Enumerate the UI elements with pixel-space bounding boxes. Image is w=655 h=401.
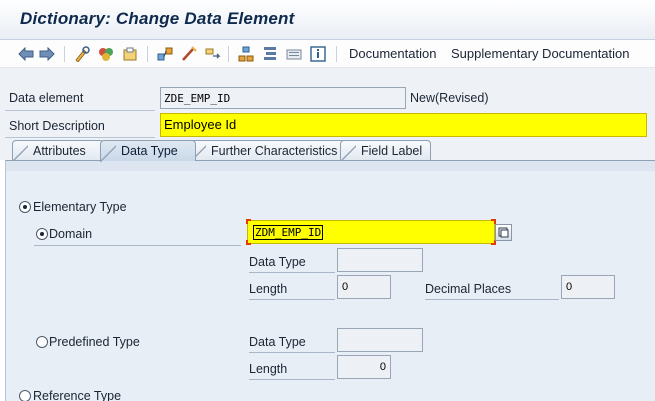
data-element-label: Data element [9, 91, 84, 105]
domain-radio[interactable] [36, 228, 48, 240]
reference-type-radio[interactable] [19, 390, 31, 401]
elementary-type-radio[interactable] [19, 201, 31, 213]
status-text: New(Revised) [410, 91, 489, 105]
value-help-icon [498, 227, 509, 238]
window-title: Dictionary: Change Data Element [20, 9, 295, 28]
indent-icon[interactable] [261, 45, 279, 63]
domain-length-label: Length [249, 282, 288, 296]
where-used-icon[interactable] [121, 45, 139, 63]
tab-label: Further Characteristics [211, 144, 338, 158]
data-type-panel-body: Elementary Type Domain ZDM_EMP_ID Data T… [6, 171, 655, 401]
row-divider [5, 137, 155, 138]
tab-fold [340, 140, 356, 162]
layout-icon[interactable] [237, 45, 255, 63]
toolbar-separator [64, 46, 65, 62]
value-help-button[interactable] [495, 224, 512, 241]
short-description-label: Short Description [9, 119, 105, 133]
toolbar-separator [336, 46, 337, 62]
row-divider [249, 352, 335, 353]
predefined-data-type-field [337, 328, 423, 352]
tab-data-type[interactable]: Data Type [100, 140, 196, 162]
data-type-tab-panel: Elementary Type Domain ZDM_EMP_ID Data T… [5, 160, 655, 401]
tab-further-characteristics[interactable]: Further Characteristics [190, 140, 346, 162]
domain-label: Domain [49, 227, 93, 241]
domain-input-value: ZDM_EMP_ID [253, 225, 324, 240]
row-divider [425, 299, 559, 300]
display-change-icon[interactable] [73, 45, 91, 63]
tab-strip: Attributes Data Type Further Characteris… [0, 140, 655, 162]
required-corner-marker [246, 219, 251, 224]
row-divider [249, 272, 335, 273]
tab-field-label[interactable]: Field Label [340, 140, 431, 162]
tab-label: Attributes [33, 144, 86, 158]
object-list-icon[interactable] [156, 45, 174, 63]
tab-label: Field Label [361, 144, 423, 158]
tab-label: Data Type [121, 144, 178, 158]
data-element-field: ZDE_EMP_ID [160, 87, 406, 109]
info-icon[interactable] [309, 45, 327, 63]
required-corner-marker [246, 240, 251, 245]
title-bar: Dictionary: Change Data Element [0, 0, 655, 40]
domain-length-field: 0 [337, 275, 391, 299]
domain-data-type-label: Data Type [249, 255, 306, 269]
toolbar-separator [147, 46, 148, 62]
print-icon[interactable] [285, 45, 303, 63]
decimal-places-label: Decimal Places [425, 282, 512, 296]
activate-icon[interactable] [97, 45, 115, 63]
documentation-button[interactable]: Documentation [349, 46, 436, 61]
domain-input[interactable]: ZDM_EMP_ID [247, 220, 495, 244]
forward-icon[interactable] [38, 45, 56, 63]
decimal-places-field: 0 [561, 275, 615, 299]
predefined-type-radio[interactable] [36, 336, 48, 348]
predefined-length-field: 0 [337, 355, 391, 379]
domain-data-type-field [337, 248, 423, 272]
navigation-window-icon[interactable] [180, 45, 198, 63]
back-icon[interactable] [17, 45, 35, 63]
tab-fold [12, 140, 28, 162]
row-divider [5, 110, 155, 111]
row-divider [249, 379, 335, 380]
supplementary-documentation-button[interactable]: Supplementary Documentation [451, 46, 630, 61]
short-description-input[interactable]: Employee Id [160, 113, 647, 137]
predefined-type-label: Predefined Type [49, 335, 140, 349]
toolbar-separator [228, 46, 229, 62]
hierarchy-icon[interactable] [204, 45, 222, 63]
tab-fold [100, 140, 116, 162]
predefined-length-label: Length [249, 362, 288, 376]
row-divider [249, 299, 335, 300]
row-divider [34, 245, 241, 246]
application-toolbar: Documentation Supplementary Documentatio… [0, 40, 655, 68]
elementary-type-label: Elementary Type [33, 200, 127, 214]
predefined-data-type-label: Data Type [249, 335, 306, 349]
tab-attributes[interactable]: Attributes [12, 140, 104, 162]
reference-type-label: Reference Type [33, 389, 122, 401]
